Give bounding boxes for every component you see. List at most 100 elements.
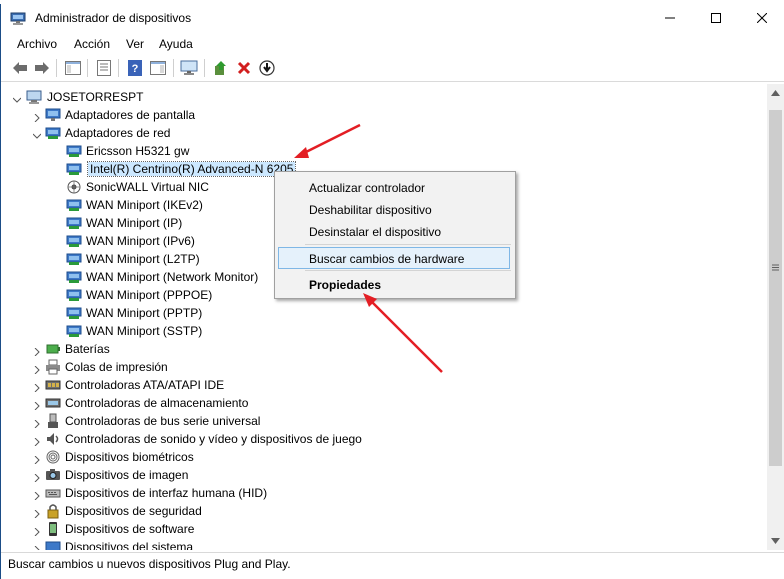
tree-item-category[interactable]: Dispositivos de interfaz humana (HID) — [7, 484, 747, 502]
network-adapter-icon — [66, 287, 82, 303]
vertical-scrollbar[interactable] — [767, 84, 784, 550]
printer-queue-icon — [45, 359, 61, 375]
scroll-up-icon[interactable] — [771, 90, 780, 96]
menu-ayuda[interactable]: Ayuda — [159, 37, 193, 51]
disable-device-icon[interactable] — [257, 58, 277, 78]
tree-label: Adaptadores de pantalla — [65, 108, 196, 122]
forward-arrow-icon[interactable] — [32, 58, 52, 78]
close-button[interactable] — [739, 4, 784, 32]
tree-label: Controladoras de bus serie universal — [65, 414, 261, 428]
tree-item-display-adapters[interactable]: Adaptadores de pantalla — [7, 106, 747, 124]
tree-label: WAN Miniport (IP) — [86, 216, 183, 230]
tree-item-category[interactable]: Dispositivos de software — [7, 520, 747, 538]
camera-icon — [45, 467, 61, 483]
menu-item-label: Actualizar controlador — [309, 181, 426, 195]
action-pane-icon[interactable] — [148, 58, 168, 78]
tree-item-category[interactable]: Colas de impresión — [7, 358, 747, 376]
title-bar[interactable]: Administrador de dispositivos — [1, 4, 784, 32]
expand-chevron-icon[interactable] — [33, 471, 41, 483]
collapse-chevron-icon[interactable] — [12, 93, 22, 103]
tree-label: WAN Miniport (Network Monitor) — [86, 270, 259, 284]
tree-item-category[interactable]: Dispositivos biométricos — [7, 448, 747, 466]
network-adapter-icon — [66, 305, 82, 321]
tree-item-category[interactable]: Controladoras de almacenamiento — [7, 394, 747, 412]
expand-chevron-icon[interactable] — [33, 417, 41, 429]
storage-controller-icon — [45, 395, 61, 411]
scrollbar-thumb[interactable] — [769, 110, 782, 466]
minimize-button[interactable] — [647, 4, 693, 32]
window-title: Administrador de dispositivos — [35, 11, 192, 25]
expand-chevron-icon[interactable] — [33, 507, 41, 519]
tree-item-network-adapters[interactable]: Adaptadores de red — [7, 124, 747, 142]
menu-item-scan-hardware-changes[interactable]: Buscar cambios de hardware — [278, 247, 510, 269]
menu-item-update-driver[interactable]: Actualizar controlador — [278, 176, 510, 198]
menu-archivo[interactable]: Archivo — [17, 37, 57, 51]
computer-icon — [26, 89, 42, 105]
tree-label: Dispositivos biométricos — [65, 450, 194, 464]
tree-item-category[interactable]: Baterías — [7, 340, 747, 358]
context-menu: Actualizar controlador Deshabilitar disp… — [274, 171, 516, 299]
tree-label: Controladoras de almacenamiento — [65, 396, 249, 410]
tree-root[interactable]: JOSETORRESPT — [7, 88, 747, 106]
network-adapter-icon — [66, 197, 82, 213]
tree-item-category[interactable]: Dispositivos de seguridad — [7, 502, 747, 520]
network-adapter-icon — [66, 251, 82, 267]
tree-item-category[interactable]: Dispositivos del sistema — [7, 538, 747, 550]
tree-item-network-device[interactable]: WAN Miniport (SSTP) — [7, 322, 747, 340]
show-hide-console-tree-icon[interactable] — [63, 58, 83, 78]
expand-chevron-icon[interactable] — [33, 111, 41, 123]
expand-chevron-icon[interactable] — [33, 381, 41, 393]
help-icon[interactable]: ? — [125, 58, 145, 78]
menu-item-properties[interactable]: Propiedades — [278, 273, 510, 295]
tree-label: WAN Miniport (IKEv2) — [86, 198, 203, 212]
tree-label: Dispositivos de seguridad — [65, 504, 202, 518]
tree-item-category[interactable]: Dispositivos de imagen — [7, 466, 747, 484]
tree-item-network-device[interactable]: Ericsson H5321 gw — [7, 142, 747, 160]
menu-accion[interactable]: Acción — [74, 37, 110, 51]
tree-label: Dispositivos de interfaz humana (HID) — [65, 486, 268, 500]
tree-label: Dispositivos de software — [65, 522, 195, 536]
virtual-nic-icon — [66, 179, 82, 195]
expand-chevron-icon[interactable] — [33, 543, 41, 550]
hid-keyboard-icon — [45, 485, 61, 501]
tree-label: Ericsson H5321 gw — [86, 144, 190, 158]
expand-chevron-icon[interactable] — [33, 345, 41, 357]
device-manager-app-icon — [10, 10, 26, 26]
tree-label: WAN Miniport (PPPOE) — [86, 288, 213, 302]
device-tree: JOSETORRESPT Adaptadores de pantalla Ada… — [7, 84, 767, 550]
menu-item-uninstall-device[interactable]: Desinstalar el dispositivo — [278, 220, 510, 242]
battery-icon — [45, 341, 61, 357]
update-driver-icon[interactable] — [211, 58, 231, 78]
expand-chevron-icon[interactable] — [33, 453, 41, 465]
expand-chevron-icon[interactable] — [33, 399, 41, 411]
menu-separator — [305, 270, 511, 271]
menu-item-disable-device[interactable]: Deshabilitar dispositivo — [278, 198, 510, 220]
tree-item-category[interactable]: Controladoras de sonido y vídeo y dispos… — [7, 430, 747, 448]
tree-label: Dispositivos del sistema — [65, 540, 194, 550]
tree-item-category[interactable]: Controladoras de bus serie universal — [7, 412, 747, 430]
system-device-icon — [45, 539, 61, 550]
expand-chevron-icon[interactable] — [33, 435, 41, 447]
maximize-button[interactable] — [693, 4, 739, 32]
properties-icon[interactable] — [94, 58, 114, 78]
network-adapter-icon — [66, 143, 82, 159]
expand-chevron-icon[interactable] — [33, 363, 41, 375]
ide-controller-icon — [45, 377, 61, 393]
menu-ver[interactable]: Ver — [126, 37, 144, 51]
expand-chevron-icon[interactable] — [33, 489, 41, 501]
scroll-down-icon[interactable] — [771, 538, 780, 544]
collapse-chevron-icon[interactable] — [32, 129, 42, 139]
tree-item-network-device[interactable]: WAN Miniport (PPTP) — [7, 304, 747, 322]
expand-chevron-icon[interactable] — [33, 525, 41, 537]
network-adapter-icon — [66, 323, 82, 339]
back-arrow-icon[interactable] — [10, 58, 30, 78]
uninstall-icon[interactable] — [234, 58, 254, 78]
network-adapter-icon — [66, 161, 82, 177]
menu-bar: Archivo Acción Ver Ayuda — [1, 34, 784, 54]
fingerprint-icon — [45, 449, 61, 465]
software-device-icon — [45, 521, 61, 537]
tree-label-selected: Intel(R) Centrino(R) Advanced-N 6205 — [86, 161, 297, 177]
monitor-icon[interactable] — [179, 58, 199, 78]
tree-label: Controladoras de sonido y vídeo y dispos… — [65, 432, 362, 446]
tree-item-category[interactable]: Controladoras ATA/ATAPI IDE — [7, 376, 747, 394]
